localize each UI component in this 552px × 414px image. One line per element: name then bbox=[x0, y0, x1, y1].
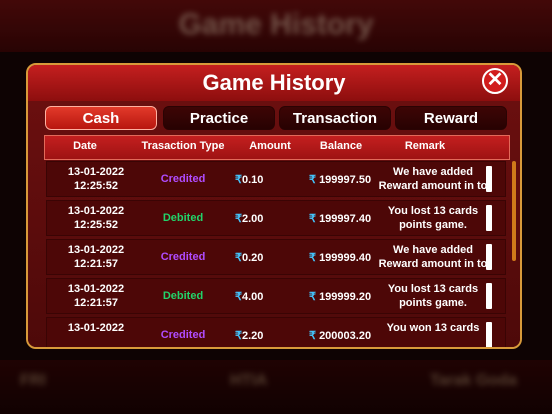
row-remark-line2: points game. bbox=[399, 219, 467, 231]
row-balance: ₹ 199999.20 bbox=[309, 290, 371, 303]
tab-cash[interactable]: Cash bbox=[45, 106, 157, 130]
rupee-icon: ₹ bbox=[235, 252, 242, 264]
row-datetime: 13-01-2022 12:25:52 bbox=[61, 204, 131, 232]
row-amount: ₹4.00 bbox=[235, 290, 263, 303]
row-amount-value: 0.20 bbox=[242, 252, 264, 264]
game-history-dialog: Game History ✕ Cash Practice Transaction… bbox=[26, 63, 522, 349]
row-remark-line1: You won 13 cards bbox=[386, 322, 480, 334]
row-balance: ₹ 199997.40 bbox=[309, 212, 371, 225]
row-remark: We have added Reward amount in to bbox=[377, 165, 489, 193]
row-balance: ₹ 199997.50 bbox=[309, 173, 371, 186]
row-balance-value: 199997.40 bbox=[319, 213, 372, 225]
rupee-icon: ₹ bbox=[309, 291, 316, 303]
table-row[interactable]: 13-01-2022 12:25:52 Debited ₹2.00 ₹ 19999… bbox=[46, 200, 506, 236]
row-type: Debited bbox=[162, 212, 204, 224]
dialog-title: Game History bbox=[202, 70, 346, 95]
row-datetime: 13-01-2022 12:21:57 bbox=[61, 282, 131, 310]
row-type: Credited bbox=[160, 173, 206, 185]
row-balance: ₹ 199999.40 bbox=[309, 251, 371, 264]
tab-reward[interactable]: Reward bbox=[395, 106, 507, 130]
remark-expand-handle[interactable] bbox=[486, 205, 492, 231]
tab-bar: Cash Practice Transaction Reward bbox=[45, 106, 507, 132]
rupee-icon: ₹ bbox=[309, 174, 316, 186]
row-datetime: 13-01-2022 12:25:52 bbox=[61, 165, 131, 193]
tab-transaction[interactable]: Transaction bbox=[279, 106, 391, 130]
row-type: Debited bbox=[162, 290, 204, 302]
rupee-icon: ₹ bbox=[309, 252, 316, 264]
table-row[interactable]: 13-01-2022 Credited ₹2.20 ₹ 200003.20 Yo… bbox=[46, 317, 506, 347]
header-amount: Amount bbox=[249, 140, 291, 152]
header-date: Date bbox=[73, 140, 97, 152]
row-time: 12:21:57 bbox=[73, 258, 119, 270]
row-time: 12:21:57 bbox=[73, 297, 119, 309]
row-amount-value: 2.00 bbox=[242, 213, 264, 225]
row-remark-line2: Reward amount in to bbox=[378, 180, 488, 192]
row-date: 13-01-2022 bbox=[67, 166, 125, 178]
row-remark: You won 13 cards bbox=[377, 321, 489, 335]
table-row[interactable]: 13-01-2022 12:25:52 Credited ₹0.10 ₹ 1999… bbox=[46, 161, 506, 197]
row-amount-value: 4.00 bbox=[242, 291, 264, 303]
rupee-icon: ₹ bbox=[235, 291, 242, 303]
close-icon: ✕ bbox=[486, 69, 504, 91]
remark-expand-handle[interactable] bbox=[486, 244, 492, 270]
row-balance: ₹ 200003.20 bbox=[309, 329, 371, 342]
row-time: 12:25:52 bbox=[73, 219, 119, 231]
remark-expand-handle[interactable] bbox=[486, 283, 492, 309]
row-amount: ₹2.20 bbox=[235, 329, 263, 342]
remark-expand-handle[interactable] bbox=[486, 166, 492, 192]
row-balance-value: 200003.20 bbox=[319, 330, 372, 342]
history-list[interactable]: 13-01-2022 12:25:52 Credited ₹0.10 ₹ 1999… bbox=[46, 161, 508, 347]
rupee-icon: ₹ bbox=[235, 213, 242, 225]
close-button[interactable]: ✕ bbox=[482, 68, 508, 94]
rupee-icon: ₹ bbox=[309, 330, 316, 342]
rupee-icon: ₹ bbox=[235, 174, 242, 186]
header-balance: Balance bbox=[319, 140, 363, 152]
row-remark-line2: points game. bbox=[399, 297, 467, 309]
dialog-body: Cash Practice Transaction Reward Date Tr… bbox=[28, 101, 520, 347]
row-type: Credited bbox=[160, 329, 206, 341]
row-date: 13-01-2022 bbox=[67, 283, 125, 295]
dialog-header: Game History ✕ bbox=[28, 65, 520, 101]
row-balance-value: 199999.20 bbox=[319, 291, 372, 303]
row-remark: We have added Reward amount in to bbox=[377, 243, 489, 271]
row-amount-value: 2.20 bbox=[242, 330, 264, 342]
row-remark-line2: Reward amount in to bbox=[378, 258, 488, 270]
row-remark: You lost 13 cards points game. bbox=[377, 282, 489, 310]
row-remark: You lost 13 cards points game. bbox=[377, 204, 489, 232]
row-datetime: 13-01-2022 12:21:57 bbox=[61, 243, 131, 271]
table-row[interactable]: 13-01-2022 12:21:57 Debited ₹4.00 ₹ 19999… bbox=[46, 278, 506, 314]
rupee-icon: ₹ bbox=[309, 213, 316, 225]
row-date: 13-01-2022 bbox=[67, 205, 125, 217]
row-date: 13-01-2022 bbox=[67, 244, 125, 256]
row-remark-line1: You lost 13 cards bbox=[387, 205, 479, 217]
table-row[interactable]: 13-01-2022 12:21:57 Credited ₹0.20 ₹ 1999… bbox=[46, 239, 506, 275]
row-remark-line1: We have added bbox=[393, 244, 473, 256]
row-balance-value: 199997.50 bbox=[319, 174, 372, 186]
row-balance-value: 199999.40 bbox=[319, 252, 372, 264]
row-amount: ₹2.00 bbox=[235, 212, 263, 225]
row-remark-line1: You lost 13 cards bbox=[387, 283, 479, 295]
row-amount: ₹0.10 bbox=[235, 173, 263, 186]
row-remark-line1: We have added bbox=[393, 166, 473, 178]
row-time: 12:25:52 bbox=[73, 180, 119, 192]
remark-expand-handle[interactable] bbox=[486, 322, 492, 347]
row-datetime: 13-01-2022 bbox=[61, 321, 131, 335]
row-amount-value: 0.10 bbox=[242, 174, 264, 186]
rupee-icon: ₹ bbox=[235, 330, 242, 342]
tab-practice[interactable]: Practice bbox=[163, 106, 275, 130]
header-remark: Remark bbox=[404, 140, 446, 152]
row-type: Credited bbox=[160, 251, 206, 263]
row-date: 13-01-2022 bbox=[67, 322, 125, 334]
row-amount: ₹0.20 bbox=[235, 251, 263, 264]
header-type: Trasaction Type bbox=[141, 140, 225, 152]
table-header: Date Trasaction Type Amount Balance Rema… bbox=[44, 135, 510, 160]
scrollbar[interactable] bbox=[512, 161, 516, 261]
